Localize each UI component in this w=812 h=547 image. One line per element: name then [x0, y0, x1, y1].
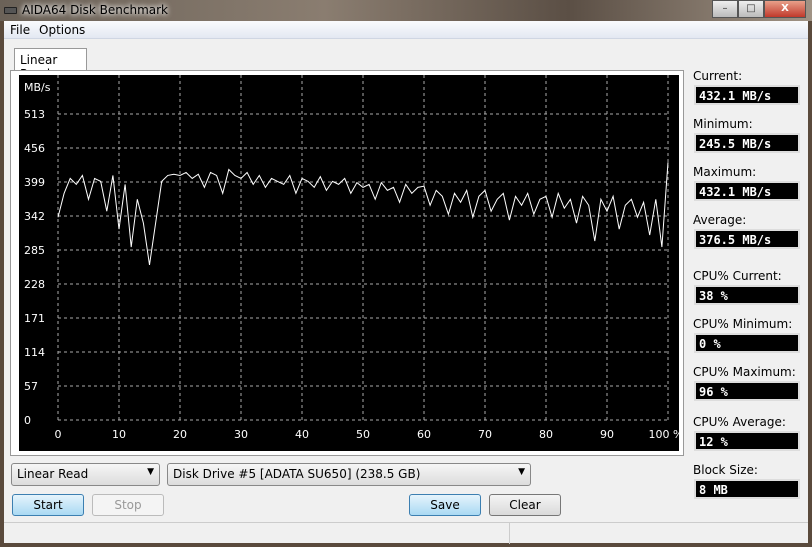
y-tick-label: 513	[24, 108, 45, 121]
clear-button[interactable]: Clear	[489, 494, 561, 516]
title-bar: AIDA64 Disk Benchmark – □ X	[0, 0, 812, 21]
x-tick-label: 80	[539, 428, 553, 441]
chevron-down-icon: ▼	[147, 467, 154, 477]
stat-label: Maximum:	[693, 165, 757, 179]
stat-label: CPU% Maximum:	[693, 365, 796, 379]
stat-value: 376.5 MB/s	[694, 229, 800, 249]
stat-value: 0 %	[694, 333, 800, 353]
x-tick-label: 0	[55, 428, 62, 441]
chart-panel: 0 10 20 30 40 50 60 70 80 90 100 % 0 57 114 171 228 285 3…	[10, 70, 684, 456]
chevron-down-icon: ▼	[518, 467, 525, 477]
y-tick-label: 399	[24, 176, 45, 189]
menu-options[interactable]: Options	[39, 23, 85, 37]
y-axis-label: MB/s	[24, 81, 51, 94]
stat-label: Block Size:	[693, 463, 758, 477]
y-tick-label: 228	[24, 278, 45, 291]
start-button[interactable]: Start	[12, 494, 84, 516]
y-tick-label: 285	[24, 244, 45, 257]
menu-bar: File Options	[4, 21, 808, 39]
x-tick-label: 30	[234, 428, 248, 441]
status-bar	[4, 522, 808, 544]
y-tick-label: 0	[24, 414, 31, 427]
minimize-button[interactable]: –	[712, 0, 738, 18]
stat-label: Minimum:	[693, 117, 753, 131]
stat-label: Average:	[693, 213, 747, 227]
stat-value: 245.5 MB/s	[694, 133, 800, 153]
stat-value: 8 MB	[694, 479, 800, 499]
y-tick-label: 342	[24, 210, 45, 223]
save-button[interactable]: Save	[409, 494, 481, 516]
y-tick-label: 171	[24, 312, 45, 325]
x-tick-label: 20	[173, 428, 187, 441]
client-area: File Options Linear Read 0 10 20 30 40 50 60 70…	[4, 21, 808, 544]
stat-label: Current:	[693, 69, 743, 83]
stat-value: 432.1 MB/s	[694, 181, 800, 201]
menu-file[interactable]: File	[10, 23, 30, 37]
test-select[interactable]: Linear Read ▼	[11, 463, 160, 486]
stat-value: 38 %	[694, 285, 800, 305]
stat-value: 12 %	[694, 431, 800, 451]
x-tick-label: 70	[478, 428, 492, 441]
chart-background	[19, 75, 679, 451]
benchmark-chart: 0 10 20 30 40 50 60 70 80 90 100 % 0 57 114 171 228 285 3…	[19, 75, 679, 451]
stat-label: CPU% Minimum:	[693, 317, 793, 331]
drive-select-value: Disk Drive #5 [ADATA SU650] (238.5 GB)	[173, 467, 421, 481]
x-tick-label: 60	[417, 428, 431, 441]
y-tick-label: 456	[24, 142, 45, 155]
y-tick-label: 114	[24, 346, 45, 359]
stat-value: 96 %	[694, 381, 800, 401]
window-title: AIDA64 Disk Benchmark	[22, 3, 169, 17]
stat-label: CPU% Average:	[693, 415, 786, 429]
stop-button[interactable]: Stop	[92, 494, 164, 516]
close-button[interactable]: X	[764, 0, 806, 18]
test-select-value: Linear Read	[17, 467, 89, 481]
x-tick-label: 90	[600, 428, 614, 441]
drive-select[interactable]: Disk Drive #5 [ADATA SU650] (238.5 GB) ▼	[167, 463, 531, 486]
x-tick-label: 40	[295, 428, 309, 441]
x-tick-label: 100 %	[649, 428, 679, 441]
stat-value: 432.1 MB/s	[694, 85, 800, 105]
tab-linear-read[interactable]: Linear Read	[14, 48, 87, 81]
disk-icon	[4, 7, 17, 14]
x-tick-label: 50	[356, 428, 370, 441]
stat-label: CPU% Current:	[693, 269, 782, 283]
x-tick-label: 10	[112, 428, 126, 441]
y-tick-label: 57	[24, 380, 38, 393]
maximize-button[interactable]: □	[738, 0, 764, 18]
